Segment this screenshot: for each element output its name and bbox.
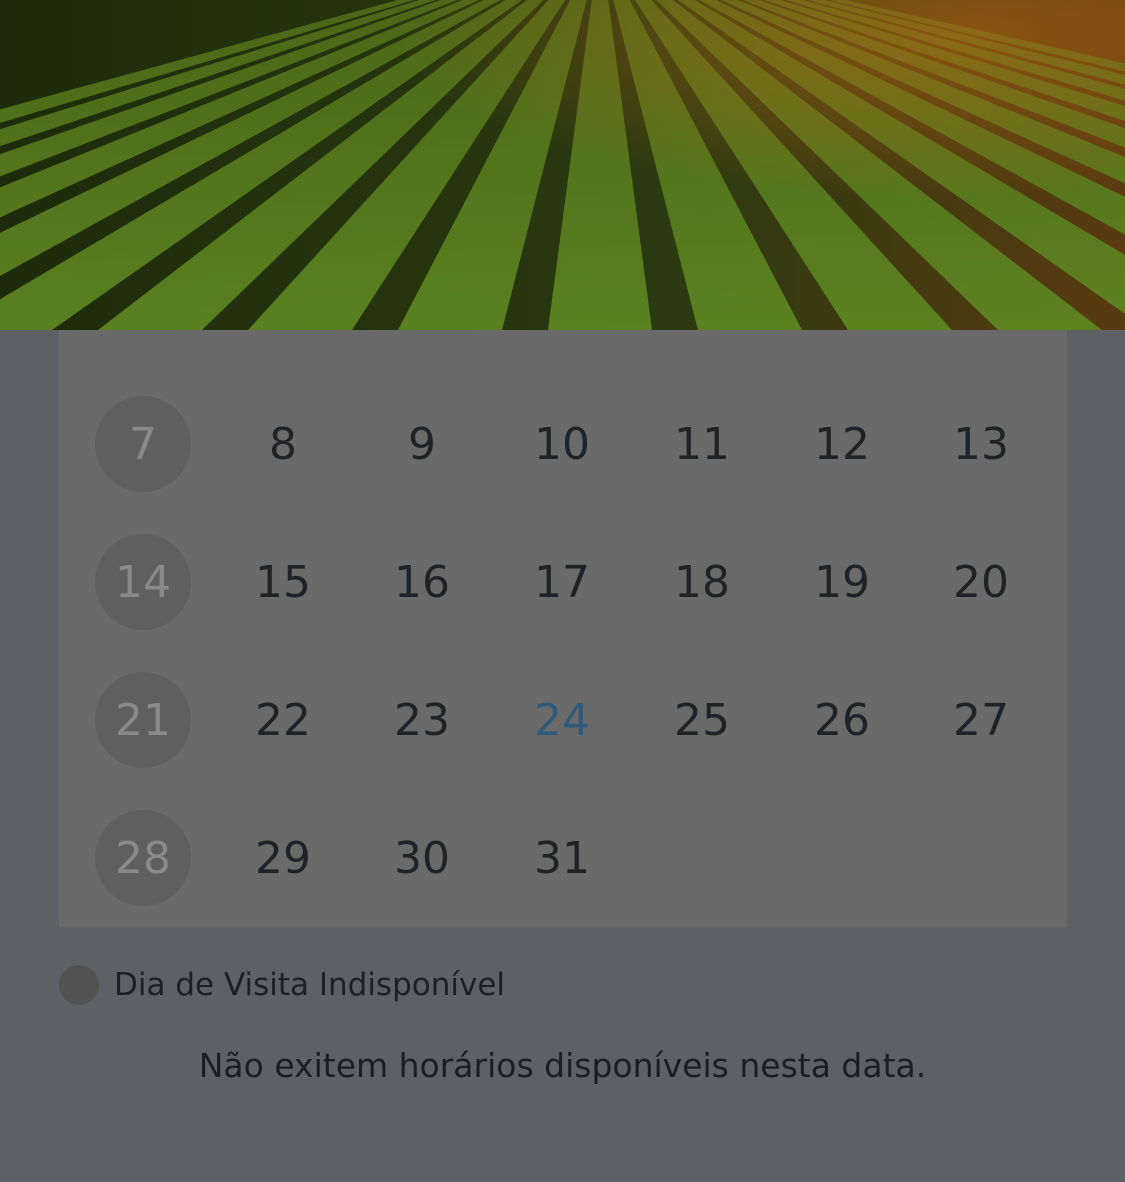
legend: Dia de Visita Indisponível <box>59 964 505 1006</box>
calendar-day-10[interactable]: 10 <box>514 396 610 492</box>
calendar-day-16[interactable]: 16 <box>374 534 470 630</box>
calendar-day-23[interactable]: 23 <box>374 672 470 768</box>
calendar-day-26[interactable]: 26 <box>794 672 890 768</box>
no-times-message: Não exitem horários disponíveis nesta da… <box>198 1046 927 1085</box>
calendar-day-25[interactable]: 25 <box>654 672 750 768</box>
calendar-day-17[interactable]: 17 <box>514 534 610 630</box>
calendar-day-12[interactable]: 12 <box>794 396 890 492</box>
legend-label: Dia de Visita Indisponível <box>114 967 506 1003</box>
calendar-day-13[interactable]: 13 <box>933 396 1029 492</box>
hero-banner-image <box>0 0 1125 330</box>
calendar-day-18[interactable]: 18 <box>654 534 750 630</box>
calendar-day-27[interactable]: 27 <box>933 672 1029 768</box>
calendar-day-31[interactable]: 31 <box>514 810 610 906</box>
unavailable-legend-dot <box>59 965 99 1005</box>
calendar-day-22[interactable]: 22 <box>235 672 331 768</box>
calendar-day-30[interactable]: 30 <box>374 810 470 906</box>
calendar-day-7[interactable]: 7 <box>95 396 191 492</box>
calendar-day-8[interactable]: 8 <box>235 396 331 492</box>
calendar-day-19[interactable]: 19 <box>794 534 890 630</box>
calendar-day-14[interactable]: 14 <box>95 534 191 630</box>
calendar-day-28[interactable]: 28 <box>95 810 191 906</box>
calendar-day-24[interactable]: 24 <box>514 672 610 768</box>
calendar-day-15[interactable]: 15 <box>235 534 331 630</box>
calendar-day-20[interactable]: 20 <box>933 534 1029 630</box>
calendar-day-21[interactable]: 21 <box>95 672 191 768</box>
calendar-day-11[interactable]: 11 <box>654 396 750 492</box>
calendar-day-29[interactable]: 29 <box>235 810 331 906</box>
calendar-day-9[interactable]: 9 <box>374 396 470 492</box>
crop-field-illustration <box>0 0 1125 330</box>
calendar-grid: 7 8 9 10 11 12 13 14 15 16 17 18 19 20 21 22 23 24 25 26 27 2… <box>59 330 1067 927</box>
